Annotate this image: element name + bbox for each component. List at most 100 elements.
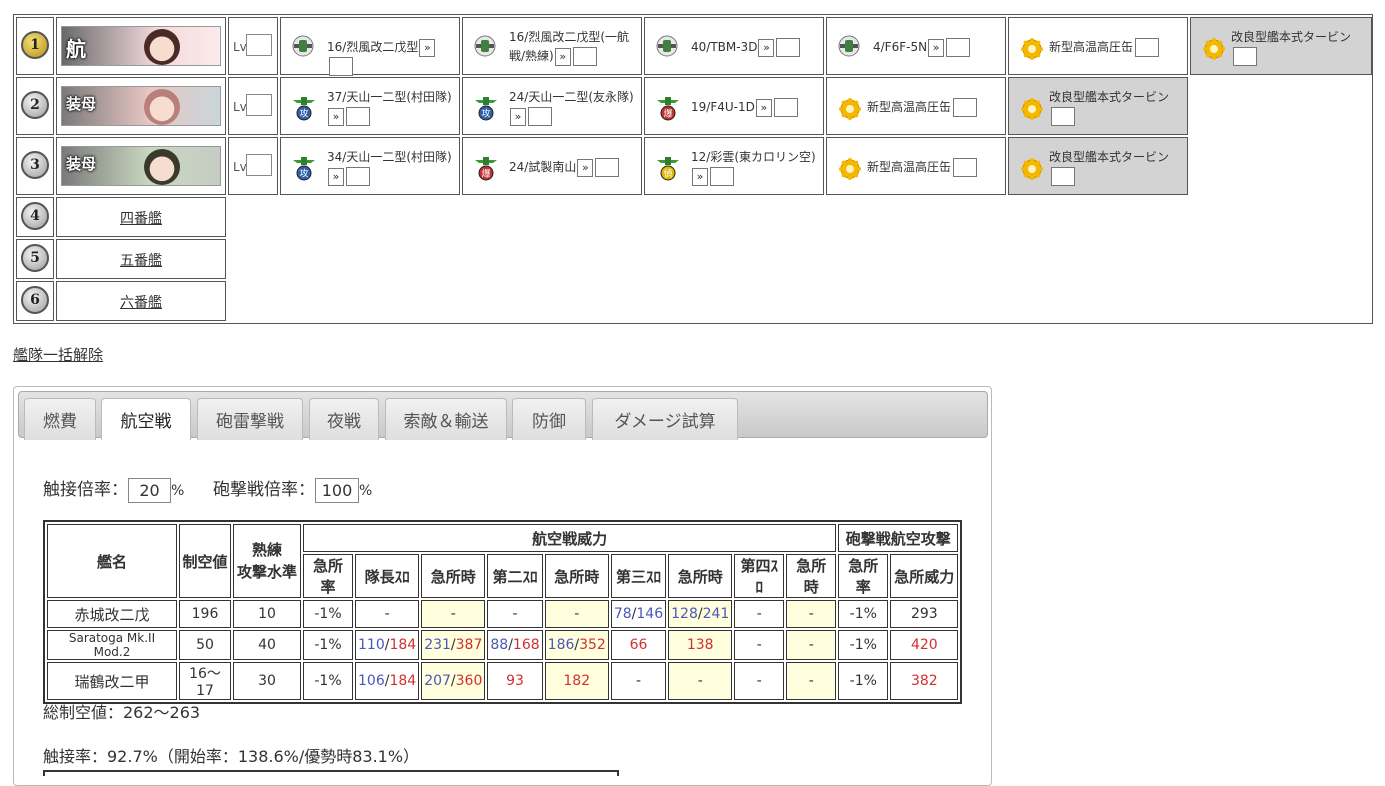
ship-level-cell: Lv (228, 137, 278, 195)
ship-level-cell: Lv (228, 77, 278, 135)
value-cell: 88/168 (487, 630, 543, 660)
tab-0[interactable]: 燃費 (24, 398, 96, 440)
equipment-slot[interactable]: 攻 34/天山一二型(村田隊) » (280, 137, 460, 195)
proficiency-button[interactable]: » (928, 38, 945, 57)
improvement-input[interactable] (946, 38, 971, 57)
equipment-name: 34/天山一二型(村田隊) (327, 150, 452, 164)
ship-slot-number: 5 (16, 239, 54, 279)
empty-ship-slot[interactable]: 五番艦 (56, 239, 226, 279)
equipment-slot[interactable]: 爆 19/F4U-1D» (644, 77, 824, 135)
improvement-input[interactable] (572, 47, 597, 66)
value-text: - (450, 606, 456, 622)
equipment-slot[interactable]: 改良型艦本式タービン (1190, 17, 1372, 75)
tab-2[interactable]: 砲雷撃戦 (197, 398, 303, 440)
equipment-slot[interactable]: 改良型艦本式タービン (1008, 77, 1188, 135)
equipment-name: 新型高温高圧缶 (1049, 40, 1134, 54)
ship-banner-image[interactable]: 装母 (61, 146, 221, 186)
value-text: -1% (314, 637, 342, 653)
equipment-slot[interactable]: 爆 24/試製南山» (462, 137, 642, 195)
level-input[interactable] (246, 154, 272, 176)
equipment-slot[interactable]: 40/TBM-3D» (644, 17, 824, 75)
equipment-slot[interactable]: 新型高温高圧缶 (826, 137, 1006, 195)
empty-ship-link[interactable]: 五番艦 (57, 250, 225, 270)
improvement-input[interactable] (953, 158, 978, 177)
equipment-label: 19/F4U-1D» (691, 98, 819, 117)
value-cell: - (734, 630, 785, 660)
equipment-slot[interactable]: 4/F6F-5N» (826, 17, 1006, 75)
equipment-slot[interactable]: 攻 24/天山一二型(友永隊) » (462, 77, 642, 135)
value-normal: 207 (424, 673, 451, 689)
value-cell: - (786, 600, 837, 628)
value-critical: 352 (579, 637, 606, 653)
proficiency-button[interactable]: » (554, 47, 571, 66)
proficiency-button[interactable]: » (755, 98, 772, 117)
proficiency-button[interactable]: » (692, 167, 708, 186)
equipment-slot[interactable]: 改良型艦本式タービン (1008, 137, 1188, 195)
empty-ship-link[interactable]: 六番艦 (57, 292, 225, 312)
equipment-slot[interactable]: 新型高温高圧缶 (1008, 17, 1188, 75)
ship-banner-cell[interactable]: 航 (56, 17, 226, 75)
improvement-input[interactable] (595, 158, 620, 177)
improvement-input[interactable] (346, 167, 370, 186)
tab-4[interactable]: 索敵＆輸送 (385, 398, 507, 440)
improvement-input[interactable] (776, 38, 801, 57)
value-cell: -1% (838, 662, 889, 700)
equipment-slot[interactable]: 16/烈風改二戊型(一航戦/熟練)» (462, 17, 642, 75)
equipment-label: 改良型艦本式タービン (1231, 28, 1367, 66)
shelling-rate-input[interactable]: 100 (315, 477, 359, 503)
empty-ship-slot[interactable]: 四番艦 (56, 197, 226, 237)
svg-text:攻: 攻 (481, 108, 490, 120)
bulk-release-link[interactable]: 艦隊一括解除 (13, 344, 103, 365)
ship-banner-cell[interactable]: 装母 (56, 137, 226, 195)
tab-1[interactable]: 航空戦 (101, 398, 191, 440)
equipment-slot[interactable]: 攻 37/天山一二型(村田隊) » (280, 77, 460, 135)
proficiency-button[interactable]: » (577, 158, 594, 177)
ship-banner-cell[interactable]: 装母 (56, 77, 226, 135)
subheader-8: 急所時 (786, 554, 837, 598)
contact-rate-unit: % (171, 483, 185, 499)
improvement-input[interactable] (346, 107, 370, 126)
level-label: Lv (233, 100, 247, 114)
equipment-label: 改良型艦本式タービン (1049, 88, 1183, 126)
value-text: - (635, 673, 642, 689)
ship-banner-image[interactable]: 航 (61, 26, 221, 66)
ship-banner-image[interactable]: 装母 (61, 86, 221, 126)
boiler-icon (839, 158, 861, 180)
skill-level-cell: 40 (233, 630, 301, 660)
proficiency-button[interactable]: » (328, 167, 344, 186)
improvement-input[interactable] (773, 98, 798, 117)
improvement-input[interactable] (1233, 47, 1257, 66)
improvement-input[interactable] (528, 107, 552, 126)
boiler-icon (1021, 38, 1043, 60)
equipment-slot[interactable]: 新型高温高圧缶 (826, 77, 1006, 135)
equipment-slot[interactable]: 偵 12/彩雲(東カロリン空) » (644, 137, 824, 195)
improvement-input[interactable] (1051, 167, 1075, 186)
equipment-label: 12/彩雲(東カロリン空) » (691, 148, 819, 186)
improvement-input[interactable] (953, 98, 978, 117)
improvement-input[interactable] (329, 57, 353, 76)
proficiency-button[interactable]: » (510, 107, 526, 126)
improvement-input[interactable] (710, 167, 734, 186)
tab-5[interactable]: 防御 (512, 398, 586, 440)
boiler-icon (839, 98, 861, 120)
proficiency-button[interactable]: » (758, 38, 775, 57)
value-cell: 420 (890, 630, 959, 660)
improvement-input[interactable] (1135, 38, 1160, 57)
value-critical: 184 (389, 673, 417, 689)
proficiency-button[interactable]: » (419, 38, 436, 57)
tab-6[interactable]: ダメージ試算 (592, 398, 738, 440)
equipment-slot[interactable]: 16/烈風改二戊型» (280, 17, 460, 76)
equipment-label: 37/天山一二型(村田隊) » (327, 88, 455, 126)
proficiency-button[interactable]: » (328, 107, 344, 126)
value-text: -1% (849, 673, 877, 689)
contact-rate-input[interactable]: 20 (128, 477, 171, 503)
empty-ship-link[interactable]: 四番艦 (57, 208, 225, 228)
empty-ship-slot[interactable]: 六番艦 (56, 281, 226, 321)
level-input[interactable] (246, 34, 272, 56)
level-input[interactable] (246, 94, 272, 116)
value-cell: - (668, 662, 733, 700)
improvement-input[interactable] (1051, 107, 1075, 126)
tab-3[interactable]: 夜戦 (309, 398, 379, 440)
torpedo-bomber-icon: 攻 (473, 92, 497, 121)
subheader-4: 急所時 (544, 554, 609, 598)
